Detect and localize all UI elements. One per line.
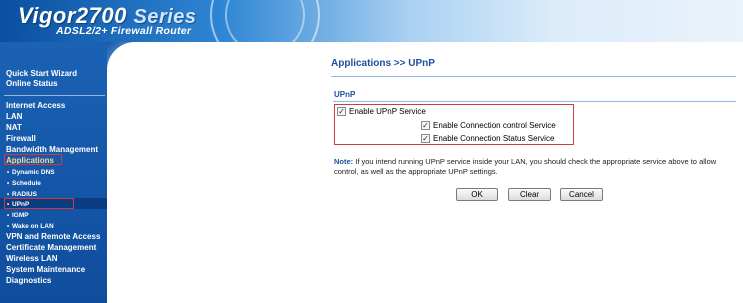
applications-highlight-box [4,154,62,165]
enable-connection-control-checkbox[interactable]: ✓ [421,121,430,130]
sidebar-subitem-igmp[interactable]: • IGMP [7,211,29,221]
sidebar-item-diagnostics[interactable]: Diagnostics [6,276,51,286]
sidebar-item-certificate-management[interactable]: Certificate Management [6,243,96,253]
note-label: Note: [334,157,354,166]
cancel-button[interactable]: Cancel [560,188,603,201]
note-text: If you intend running UPnP service insid… [334,157,717,176]
sidebar-item-firewall[interactable]: Firewall [6,134,36,144]
enable-upnp-label: Enable UPnP Service [349,107,426,116]
sidebar-subitem-wake-on-lan[interactable]: • Wake on LAN [7,222,54,232]
enable-upnp-checkbox[interactable]: ✓ [337,107,346,116]
subitem-label: IGMP [12,212,29,219]
enable-connection-control-label: Enable Connection control Service [433,121,556,130]
sidebar-item-wireless-lan[interactable]: Wireless LAN [6,254,58,264]
subitem-label: Schedule [12,180,41,187]
section-divider [333,101,736,102]
subitem-label: RADIUS [12,191,37,198]
sidebar-divider [4,95,105,96]
sidebar-item-online-status[interactable]: Online Status [6,79,58,89]
subitem-label: Dynamic DNS [12,169,55,176]
ok-button[interactable]: OK [456,188,498,201]
sidebar-item-system-maintenance[interactable]: System Maintenance [6,265,85,275]
section-title: UPnP [334,90,356,99]
sidebar-item-vpn[interactable]: VPN and Remote Access [6,232,100,242]
header-banner: Vigor2700 Series ADSL2/2+ Firewall Route… [0,0,743,42]
enable-connection-status-label: Enable Connection Status Service [433,134,555,143]
page-breadcrumb: Applications >> UPnP [331,58,435,69]
sidebar-subitem-dynamic-dns[interactable]: • Dynamic DNS [7,168,55,178]
title-divider [331,76,736,77]
sidebar-item-lan[interactable]: LAN [6,112,22,122]
subitem-label: Wake on LAN [12,223,54,230]
clear-button[interactable]: Clear [508,188,551,201]
product-subtitle: ADSL2/2+ Firewall Router [56,25,192,37]
decorative-swirl-inner [225,0,305,42]
sidebar-item-internet-access[interactable]: Internet Access [6,101,65,111]
note-paragraph: Note: If you intend running UPnP service… [334,157,734,177]
upnp-highlight-box [4,198,74,209]
sidebar-subitem-schedule[interactable]: • Schedule [7,179,41,189]
enable-connection-status-checkbox[interactable]: ✓ [421,134,430,143]
sidebar-item-quick-start-wizard[interactable]: Quick Start Wizard [6,69,77,79]
sidebar-item-nat[interactable]: NAT [6,123,22,133]
